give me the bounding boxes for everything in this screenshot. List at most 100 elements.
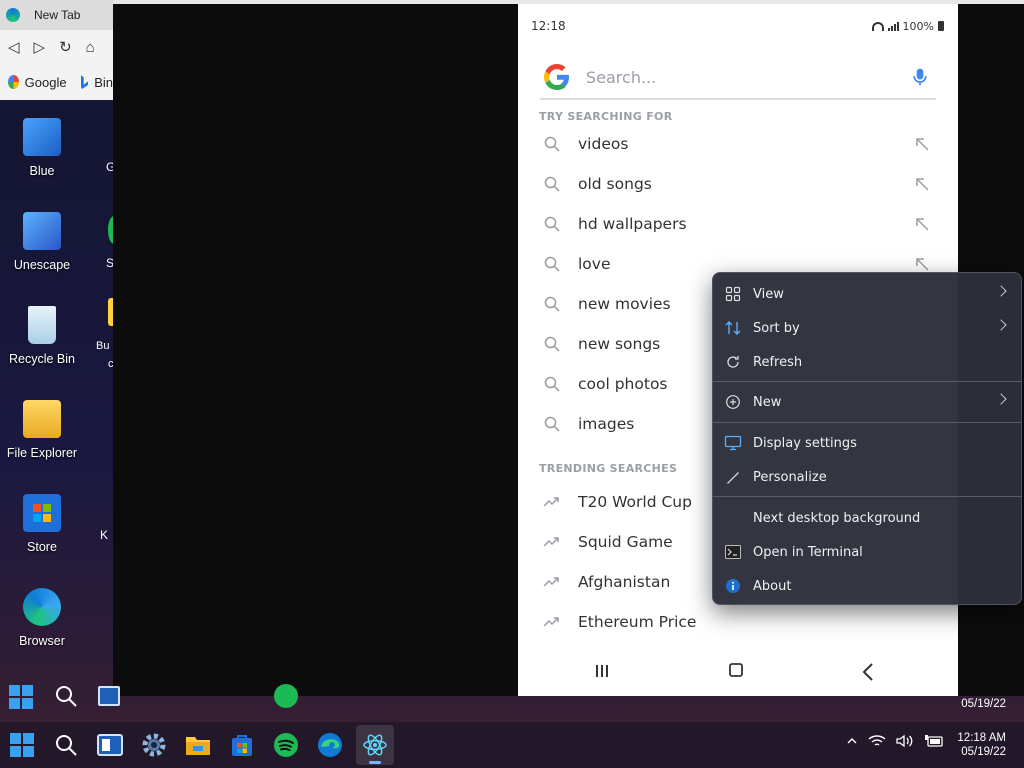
peek-label: Bu bbox=[96, 340, 110, 352]
wifi-icon[interactable] bbox=[868, 734, 886, 748]
trending-item[interactable]: Ethereum Price bbox=[518, 602, 958, 642]
search-icon bbox=[542, 336, 562, 352]
menu-item-open-terminal[interactable]: Open in Terminal bbox=[713, 537, 1021, 567]
bing-icon bbox=[80, 75, 89, 89]
volume-icon[interactable] bbox=[896, 734, 914, 748]
suggestion-text: hd wallpapers bbox=[578, 215, 687, 233]
search-bar[interactable]: Search... bbox=[540, 56, 936, 100]
browser-nav: ◁ ▷ ↻ ⌂ bbox=[0, 30, 113, 64]
unescape-app-icon bbox=[23, 212, 61, 250]
taskbar-file-explorer[interactable] bbox=[184, 731, 212, 759]
search-icon bbox=[542, 176, 562, 192]
desktop-icon-label: Browser bbox=[19, 634, 65, 648]
windows-start-icon bbox=[10, 733, 34, 757]
clock-date: 05/19/22 bbox=[961, 746, 1006, 758]
desktop-icon-store[interactable]: Store bbox=[0, 484, 84, 574]
folder-icon bbox=[23, 400, 61, 438]
terminal-icon bbox=[724, 543, 742, 561]
gear-icon bbox=[142, 733, 166, 757]
edge-icon bbox=[6, 8, 20, 22]
home-icon[interactable]: ⌂ bbox=[86, 39, 95, 56]
start-button[interactable] bbox=[8, 731, 36, 759]
browser-tab[interactable]: New Tab bbox=[0, 0, 113, 30]
favorite-google[interactable]: Google bbox=[25, 75, 67, 90]
suggestion-text: cool photos bbox=[578, 375, 668, 393]
search-icon bbox=[542, 216, 562, 232]
store-icon bbox=[23, 494, 61, 532]
favorite-bing[interactable]: Bin bbox=[94, 75, 113, 90]
taskbar: 12:18 AM 05/19/22 bbox=[0, 722, 1024, 768]
task-view-icon bbox=[98, 686, 120, 706]
desktop-icon-label: Unescape bbox=[13, 258, 71, 272]
taskbar-settings[interactable] bbox=[140, 731, 168, 759]
folder-icon bbox=[186, 737, 210, 755]
google-g-icon bbox=[544, 64, 569, 90]
reload-icon[interactable]: ↻ bbox=[59, 38, 72, 56]
taskbar-search-button[interactable] bbox=[52, 731, 80, 759]
tab-title: New Tab bbox=[34, 8, 81, 22]
store-icon bbox=[232, 735, 252, 756]
suggestion-text: images bbox=[578, 415, 635, 433]
desktop-icon-browser[interactable]: Browser bbox=[0, 578, 84, 668]
search-icon bbox=[56, 735, 77, 756]
chevron-right-icon bbox=[995, 393, 1007, 405]
desktop-icon-blue[interactable]: Blue bbox=[0, 108, 84, 198]
menu-item-new[interactable]: New bbox=[713, 387, 1021, 417]
menu-item-label: Personalize bbox=[753, 469, 827, 485]
desktop-icon-label: Store bbox=[27, 540, 57, 554]
taskbar-store[interactable] bbox=[228, 731, 256, 759]
desktop-icon-recycle-bin[interactable]: Recycle Bin bbox=[0, 296, 84, 386]
system-tray bbox=[846, 734, 944, 748]
chevron-up-icon[interactable] bbox=[846, 736, 858, 746]
suggestion-item[interactable]: hd wallpapers bbox=[518, 204, 958, 244]
status-time: 12:18 bbox=[531, 19, 566, 33]
try-searching-title: TRY SEARCHING FOR bbox=[539, 110, 673, 123]
desktop-icon-unescape[interactable]: Unescape bbox=[0, 202, 84, 292]
menu-item-personalize[interactable]: Personalize bbox=[713, 462, 1021, 492]
menu-item-view[interactable]: View bbox=[713, 279, 1021, 309]
taskbar-edge[interactable] bbox=[316, 731, 344, 759]
desktop-icon-label: Recycle Bin bbox=[9, 352, 75, 366]
menu-item-display-settings[interactable]: Display settings bbox=[713, 428, 1021, 458]
monitor-icon bbox=[724, 434, 742, 452]
menu-item-next-background[interactable]: Next desktop background bbox=[713, 503, 1021, 533]
menu-item-sort-by[interactable]: Sort by bbox=[713, 313, 1021, 343]
browser-window-strip: New Tab ◁ ▷ ↻ ⌂ Google Bin bbox=[0, 0, 113, 100]
trending-icon bbox=[542, 496, 562, 508]
suggestion-text: new movies bbox=[578, 295, 671, 313]
trending-text: Ethereum Price bbox=[578, 613, 697, 631]
taskbar-spotify[interactable] bbox=[272, 731, 300, 759]
trending-icon bbox=[542, 536, 562, 548]
fill-query-arrow-icon[interactable] bbox=[914, 176, 930, 192]
fill-query-arrow-icon[interactable] bbox=[914, 216, 930, 232]
task-view-button[interactable] bbox=[96, 731, 124, 759]
fill-query-arrow-icon[interactable] bbox=[914, 256, 930, 272]
edge-icon bbox=[23, 588, 61, 626]
menu-item-refresh[interactable]: Refresh bbox=[713, 347, 1021, 377]
plus-circle-icon bbox=[724, 393, 742, 411]
suggestion-item[interactable]: old songs bbox=[518, 164, 958, 204]
desktop-icon-file-explorer[interactable]: File Explorer bbox=[0, 390, 84, 480]
menu-item-about[interactable]: About bbox=[713, 571, 1021, 601]
forward-icon[interactable]: ▷ bbox=[34, 38, 46, 56]
fill-query-arrow-icon[interactable] bbox=[914, 136, 930, 152]
search-input[interactable]: Search... bbox=[586, 68, 910, 87]
desktop-context-menu: View Sort by Refresh New Display setting… bbox=[712, 272, 1022, 605]
peek-label: K bbox=[100, 528, 109, 542]
taskbar-react-app[interactable] bbox=[361, 731, 389, 759]
trending-text: T20 World Cup bbox=[578, 493, 692, 511]
recycle-bin-icon bbox=[28, 306, 56, 344]
chevron-right-icon bbox=[995, 319, 1007, 331]
favorites-bar: Google Bin bbox=[0, 64, 113, 100]
search-icon bbox=[542, 376, 562, 392]
task-view-icon bbox=[97, 734, 123, 756]
suggestion-item[interactable]: videos bbox=[518, 124, 958, 164]
taskbar-reflection: 05/19/22 bbox=[0, 672, 1024, 722]
menu-item-label: About bbox=[753, 578, 792, 594]
search-icon bbox=[56, 686, 77, 707]
taskbar-clock[interactable]: 12:18 AM 05/19/22 bbox=[957, 731, 1006, 759]
battery-plug-icon[interactable] bbox=[924, 734, 944, 748]
back-icon[interactable]: ◁ bbox=[8, 38, 20, 56]
mic-icon[interactable] bbox=[910, 65, 930, 89]
signal-icon bbox=[887, 21, 899, 31]
